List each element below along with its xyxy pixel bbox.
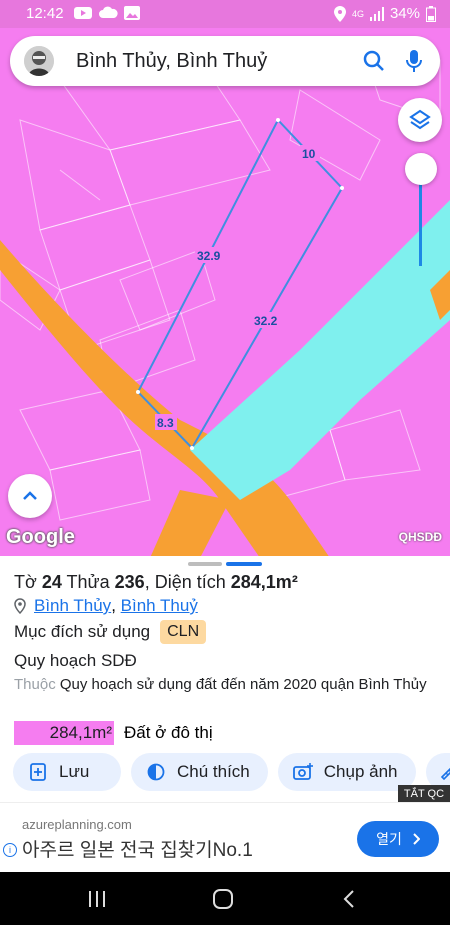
legend-button[interactable]: Chú thích	[131, 753, 268, 791]
layers-icon	[409, 109, 431, 130]
ad-info-icon[interactable]: i	[3, 843, 17, 857]
bookmark-add-icon	[30, 763, 46, 781]
notification-icons	[74, 6, 140, 20]
location-icon	[333, 5, 346, 22]
recent-apps-button[interactable]	[82, 886, 112, 912]
parcel-location: Bình Thủy , Bình Thuỷ	[14, 596, 198, 616]
action-buttons: Lưu Chú thích Chụp ảnh	[13, 753, 450, 791]
ad-domain: azureplanning.com	[22, 817, 132, 832]
chevron-right-icon	[413, 833, 420, 845]
drag-handle-active[interactable]	[226, 562, 262, 566]
contrast-icon	[147, 763, 165, 781]
layers-button[interactable]	[398, 98, 442, 142]
edge-label: 32.2	[254, 314, 278, 328]
status-time: 12:42	[26, 5, 64, 22]
home-icon	[213, 889, 233, 909]
planning-belongs: Thuộc Quy hoạch sử dụng đất đến năm 2020…	[14, 676, 427, 693]
ad-open-button[interactable]: 열기	[357, 821, 439, 857]
edge-label: 10	[302, 147, 316, 161]
purpose-code-badge: CLN	[160, 620, 207, 644]
edge-label: 8.3	[157, 416, 174, 430]
back-button[interactable]	[334, 886, 364, 912]
recents-icon	[89, 891, 105, 907]
opacity-slider-knob[interactable]	[405, 153, 437, 185]
ruler-icon	[440, 767, 450, 781]
expand-panel-button[interactable]	[8, 474, 52, 518]
avatar-icon	[24, 46, 54, 76]
chevron-up-icon	[23, 491, 37, 500]
battery-icon	[426, 5, 436, 22]
search-bar[interactable]: Bình Thủy, Bình Thuỷ	[10, 36, 440, 86]
area-chip-label: Đất ở đô thị	[124, 723, 213, 742]
status-right: 4G 34%	[333, 5, 436, 22]
area-legend-row: 284,1m² Đất ở đô thị	[14, 721, 213, 745]
parcel-info-panel: Tờ 24 Thửa 236, Diện tích 284,1m² Bình T…	[0, 556, 450, 802]
avatar[interactable]	[24, 46, 54, 76]
back-icon	[343, 890, 354, 908]
hide-ad-button[interactable]: TẮT QC	[398, 785, 450, 802]
ward-link[interactable]: Bình Thuỷ	[121, 596, 198, 616]
parcel-title: Tờ 24 Thửa 236, Diện tích 284,1m²	[14, 572, 298, 592]
gallery-icon	[124, 6, 140, 20]
search-input[interactable]: Bình Thủy, Bình Thuỷ	[76, 50, 360, 73]
location-pin-icon	[14, 598, 26, 614]
camera-add-icon	[292, 763, 313, 780]
map-view[interactable]: 10 32.9 32.2 8.3	[0, 28, 450, 558]
voice-search-button[interactable]	[400, 47, 428, 75]
system-nav-bar	[0, 872, 450, 925]
battery-percent: 34%	[389, 5, 420, 22]
planning-title: Quy hoạch SDĐ	[14, 651, 137, 670]
screenshot-button[interactable]: Chụp ảnh	[277, 753, 416, 791]
edge-label: 32.9	[197, 249, 221, 263]
ad-banner[interactable]: i azureplanning.com 아주르 일본 전국 집찾기No.1 열기	[0, 802, 450, 873]
land-use-purpose: Mục đích sử dụng CLN	[14, 620, 207, 644]
search-button[interactable]	[360, 47, 388, 75]
home-button[interactable]	[208, 886, 238, 912]
purpose-label: Mục đích sử dụng	[14, 622, 151, 641]
network-label: 4G	[351, 8, 364, 19]
map-canvas: 10 32.9 32.2 8.3	[0, 28, 450, 558]
district-link[interactable]: Bình Thủy	[34, 596, 111, 616]
cloud-icon	[99, 6, 118, 18]
ad-headline: 아주르 일본 전국 집찾기No.1	[22, 840, 253, 861]
signal-icon	[369, 6, 384, 21]
youtube-icon	[74, 7, 92, 19]
search-icon	[363, 50, 384, 71]
status-bar: 12:42 4G 34%	[0, 0, 450, 28]
area-chip: 284,1m²	[14, 721, 114, 745]
drag-handle[interactable]	[188, 562, 222, 566]
layer-name-label: QHSDĐ	[398, 530, 442, 544]
google-logo: Google	[6, 526, 75, 548]
save-button[interactable]: Lưu	[13, 753, 121, 791]
mic-icon	[406, 50, 422, 72]
